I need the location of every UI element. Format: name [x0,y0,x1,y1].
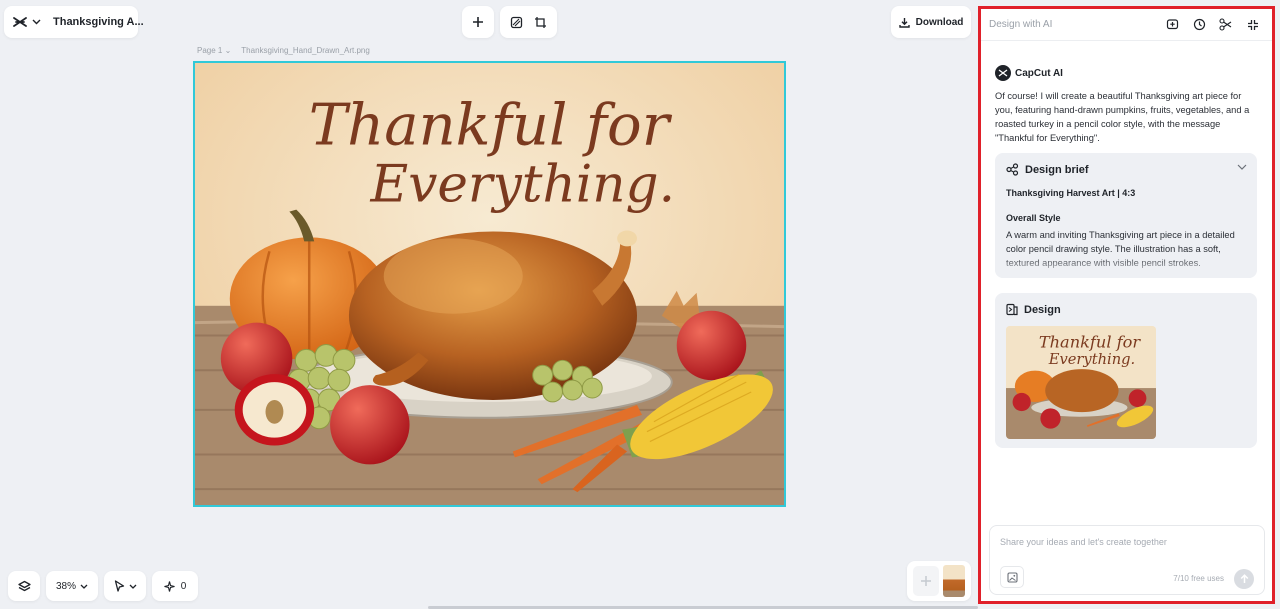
chevron-down-icon[interactable] [1237,164,1247,170]
page-thumbnail[interactable] [943,565,965,597]
cursor-icon [114,580,125,592]
headline-line2: Everything. [370,155,676,215]
panel-title: Design with AI [989,19,1053,30]
page-label-bar: Page 1 ⌄ Thanksgiving_Hand_Drawn_Art.png [197,46,370,55]
zoom-value: 38% [55,580,76,592]
design-brief-card[interactable]: Design brief Thanksgiving Harvest Art | … [995,153,1257,278]
history-icon[interactable] [1188,14,1210,36]
pointer-tool[interactable] [104,571,146,601]
page-thumbnails [907,561,971,601]
project-title[interactable]: Thanksgiving A... [53,16,144,28]
assistant-message: Of course! I will create a beautiful Tha… [995,91,1250,143]
resize-icon[interactable] [530,11,552,33]
brief-icon [1006,163,1019,176]
collapse-icon[interactable] [1242,14,1264,36]
download-button[interactable]: Download [891,6,971,38]
fade-overlay [995,256,1257,278]
download-label: Download [915,16,964,28]
chevron-down-icon [129,584,137,589]
design-with-ai-panel: Design with AI CapCut AI Of course! I wi… [978,6,1275,604]
prompt-input[interactable]: Share your ideas and let's create togeth… [1000,537,1167,547]
thumbnail-headline-line1: Thankful for [1039,333,1142,352]
layers-icon [17,580,31,593]
ai-credits-button[interactable]: 0 [152,571,198,601]
design-result-card: Design Thankful for Everything. [995,293,1257,448]
capcut-logo-icon [12,11,28,33]
brief-section-title: Overall Style [1006,213,1061,223]
free-uses-counter: 7/10 free uses [1173,574,1224,583]
page-label[interactable]: Page 1 ⌄ [197,46,231,55]
credits-count: 0 [180,580,187,592]
add-button[interactable] [462,6,494,38]
chevron-down-icon [80,584,88,589]
sparkle-icon [164,580,175,592]
design-canvas[interactable]: Thankful for Everything. [193,61,786,507]
share-icon[interactable] [1215,14,1237,36]
canvas-tools [500,6,557,38]
chevron-down-icon[interactable] [32,11,41,33]
background-remove-icon[interactable] [505,11,527,33]
assistant-header: CapCut AI [995,65,1063,81]
thumbnail-artwork: Thankful for Everything. [1006,326,1156,439]
new-chat-icon[interactable] [1161,14,1183,36]
add-page-button[interactable] [913,566,939,596]
file-name: Thanksgiving_Hand_Drawn_Art.png [241,46,370,55]
capcut-ai-logo-icon [995,65,1011,81]
plus-icon [472,16,484,28]
arrow-up-icon [1240,574,1248,583]
zoom-control[interactable]: 38% [46,571,98,601]
send-button[interactable] [1234,569,1254,589]
design-heading: Design [1024,303,1061,316]
assistant-name: CapCut AI [1015,67,1063,79]
prompt-input-box[interactable]: Share your ideas and let's create togeth… [989,525,1265,595]
image-icon [1006,571,1018,583]
download-icon [898,17,910,28]
thanksgiving-artwork: Thankful for Everything. [195,63,784,505]
headline-line1: Thankful for [309,91,673,158]
brief-subtitle: Thanksgiving Harvest Art | 4:3 [1006,188,1136,198]
thumbnail-headline-line2: Everything. [1048,351,1135,368]
brief-heading: Design brief [1025,163,1089,176]
design-icon [1006,303,1018,316]
panel-header: Design with AI [981,9,1272,41]
upload-image-button[interactable] [1000,566,1024,588]
design-thumbnail[interactable]: Thankful for Everything. [1006,326,1156,439]
project-menu[interactable]: Thanksgiving A... [4,6,144,38]
layers-button[interactable] [8,571,40,601]
